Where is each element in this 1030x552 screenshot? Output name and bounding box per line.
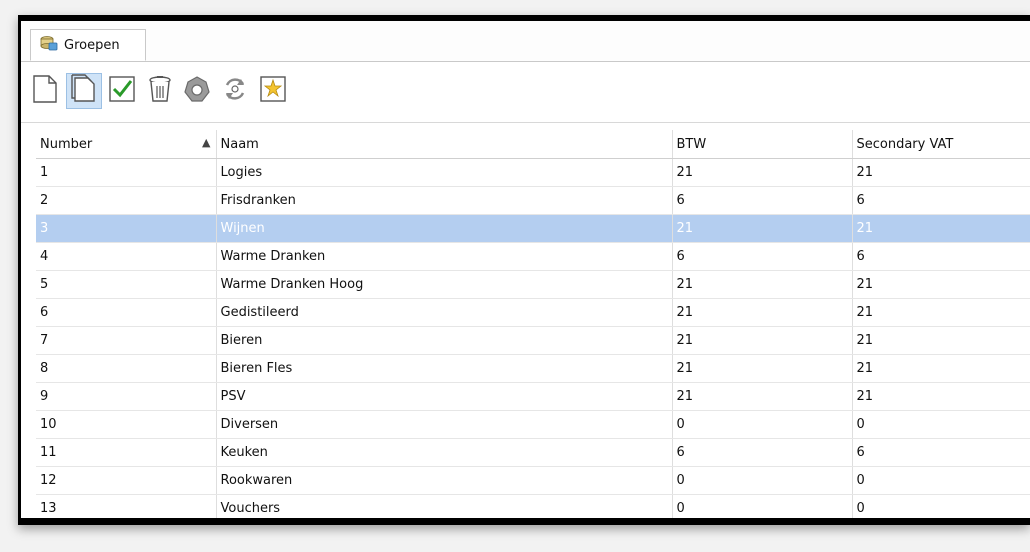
gear-icon <box>183 75 211 107</box>
cell-secondary-vat[interactable]: 6 <box>852 242 1030 271</box>
star-icon <box>259 75 287 107</box>
cell-btw[interactable]: 0 <box>672 466 853 495</box>
cell-btw[interactable]: 21 <box>672 382 853 411</box>
cell-btw[interactable]: 21 <box>672 158 853 187</box>
cell-secondary-vat[interactable]: 21 <box>852 382 1030 411</box>
cell-number[interactable]: 1 <box>36 158 217 187</box>
cell-number[interactable]: 6 <box>36 298 217 327</box>
table-row[interactable]: 9 PSV 21 21 <box>36 382 1030 411</box>
confirm-button[interactable] <box>104 73 140 109</box>
toolbar <box>21 62 1030 123</box>
table-row[interactable]: 2 Frisdranken 6 6 <box>36 186 1030 215</box>
cell-naam[interactable]: Warme Dranken Hoog <box>216 270 673 299</box>
groups-grid: Number ▲ Naam BTW Secondary VAT 1 Logies 21… <box>36 130 1030 518</box>
cell-number[interactable]: 2 <box>36 186 217 215</box>
cell-naam[interactable]: Frisdranken <box>216 186 673 215</box>
cell-secondary-vat[interactable]: 21 <box>852 354 1030 383</box>
cell-secondary-vat[interactable]: 0 <box>852 466 1030 495</box>
edit-button[interactable] <box>66 73 102 109</box>
cell-naam[interactable]: Keuken <box>216 438 673 467</box>
table-row[interactable]: 3 Wijnen 21 21 <box>36 214 1030 243</box>
column-header-number[interactable]: Number ▲ <box>36 130 217 159</box>
cell-btw[interactable]: 21 <box>672 354 853 383</box>
delete-button[interactable] <box>142 73 178 109</box>
cell-secondary-vat[interactable]: 21 <box>852 326 1030 355</box>
table-row[interactable]: 6 Gedistileerd 21 21 <box>36 298 1030 327</box>
cell-naam[interactable]: Rookwaren <box>216 466 673 495</box>
cell-secondary-vat[interactable]: 6 <box>852 186 1030 215</box>
cell-btw[interactable]: 21 <box>672 326 853 355</box>
cell-naam[interactable]: Bieren <box>216 326 673 355</box>
tab-groepen[interactable]: Groepen <box>30 29 146 61</box>
database-group-icon <box>40 35 58 55</box>
new-document-icon <box>31 74 59 108</box>
cell-naam[interactable]: Bieren Fles <box>216 354 673 383</box>
cell-btw[interactable]: 21 <box>672 270 853 299</box>
cell-secondary-vat[interactable]: 0 <box>852 494 1030 518</box>
column-header-naam[interactable]: Naam <box>216 130 673 159</box>
table-row[interactable]: 4 Warme Dranken 6 6 <box>36 242 1030 271</box>
cell-secondary-vat[interactable]: 21 <box>852 214 1030 243</box>
favorite-button[interactable] <box>255 73 291 109</box>
cell-naam[interactable]: Diversen <box>216 410 673 439</box>
cell-btw[interactable]: 6 <box>672 242 853 271</box>
column-header-btw[interactable]: BTW <box>672 130 853 159</box>
cell-number[interactable]: 8 <box>36 354 217 383</box>
cell-secondary-vat[interactable]: 21 <box>852 298 1030 327</box>
groups-table: Number ▲ Naam BTW Secondary VAT 1 Logies 21… <box>36 130 1030 518</box>
cell-btw[interactable]: 6 <box>672 438 853 467</box>
table-row[interactable]: 7 Bieren 21 21 <box>36 326 1030 355</box>
cell-number[interactable]: 3 <box>36 214 217 243</box>
table-row[interactable]: 5 Warme Dranken Hoog 21 21 <box>36 270 1030 299</box>
sort-ascending-icon: ▲ <box>202 136 211 149</box>
settings-button[interactable] <box>179 73 215 109</box>
cell-naam[interactable]: Vouchers <box>216 494 673 518</box>
cell-naam[interactable]: Warme Dranken <box>216 242 673 271</box>
table-row[interactable]: 11 Keuken 6 6 <box>36 438 1030 467</box>
cell-naam[interactable]: PSV <box>216 382 673 411</box>
refresh-button[interactable] <box>217 73 253 109</box>
cell-btw[interactable]: 0 <box>672 494 853 518</box>
cell-number[interactable]: 11 <box>36 438 217 467</box>
cell-naam[interactable]: Logies <box>216 158 673 187</box>
cell-number[interactable]: 5 <box>36 270 217 299</box>
edit-document-icon <box>70 74 98 108</box>
cell-secondary-vat[interactable]: 6 <box>852 438 1030 467</box>
table-row[interactable]: 10 Diversen 0 0 <box>36 410 1030 439</box>
table-row[interactable]: 13 Vouchers 0 0 <box>36 494 1030 518</box>
cell-naam[interactable]: Gedistileerd <box>216 298 673 327</box>
cell-number[interactable]: 7 <box>36 326 217 355</box>
header-row: Number ▲ Naam BTW Secondary VAT <box>36 130 1030 159</box>
trash-icon <box>147 74 173 108</box>
table-row[interactable]: 8 Bieren Fles 21 21 <box>36 354 1030 383</box>
cell-btw[interactable]: 21 <box>672 214 853 243</box>
cell-number[interactable]: 10 <box>36 410 217 439</box>
cell-number[interactable]: 4 <box>36 242 217 271</box>
tab-label: Groepen <box>64 37 120 53</box>
cell-number[interactable]: 9 <box>36 382 217 411</box>
table-row[interactable]: 12 Rookwaren 0 0 <box>36 466 1030 495</box>
cell-secondary-vat[interactable]: 21 <box>852 270 1030 299</box>
cell-btw[interactable]: 0 <box>672 410 853 439</box>
cell-number[interactable]: 12 <box>36 466 217 495</box>
cell-btw[interactable]: 21 <box>672 298 853 327</box>
table-row[interactable]: 1 Logies 21 21 <box>36 158 1030 187</box>
refresh-icon <box>221 75 249 107</box>
new-button[interactable] <box>27 73 63 109</box>
tab-bar: Groepen <box>21 21 1030 62</box>
cell-secondary-vat[interactable]: 0 <box>852 410 1030 439</box>
groepen-window: Groepen Number ▲ Naam BTW Secondary VAT … <box>21 21 1030 518</box>
column-header-secondary-vat[interactable]: Secondary VAT <box>852 130 1030 159</box>
cell-number[interactable]: 13 <box>36 494 217 518</box>
cell-btw[interactable]: 6 <box>672 186 853 215</box>
cell-naam[interactable]: Wijnen <box>216 214 673 243</box>
cell-secondary-vat[interactable]: 21 <box>852 158 1030 187</box>
checkmark-icon <box>108 75 136 107</box>
